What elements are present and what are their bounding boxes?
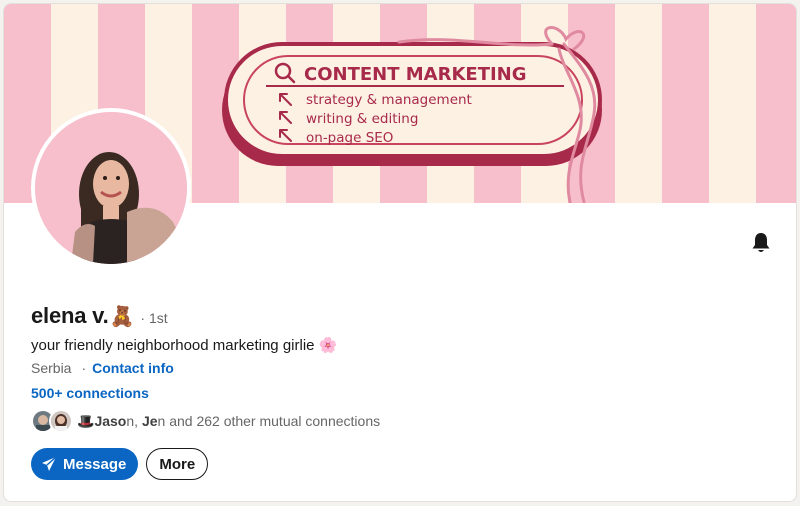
teddy-bear-icon: 🧸 [109,306,135,328]
mutual-connections[interactable]: 🎩Jason, Jen and 262 other mutual connect… [31,409,380,433]
banner-item: strategy & management [306,92,472,108]
location-row: Serbia · Contact info [31,360,174,376]
contact-info-link[interactable]: Contact info [92,360,174,376]
more-button[interactable]: More [146,448,209,480]
mutual-connections-text: 🎩Jason, Jen and 262 other mutual connect… [77,412,381,429]
more-label: More [159,455,196,473]
connection-degree: · 1st [140,310,168,326]
banner-item: writing & editing [306,111,418,127]
message-button[interactable]: Message [31,448,139,480]
send-icon [42,456,57,471]
mutual-avatar [49,409,73,433]
profile-avatar[interactable] [31,108,191,268]
profile-headline: your friendly neighborhood marketing gir… [31,337,338,354]
message-label: Message [63,455,127,473]
top-hat-icon: 🎩 [77,412,95,429]
action-buttons: Message More [31,448,209,480]
separator: · [81,360,87,376]
name-row: elena v. 🧸 · 1st [31,303,168,329]
avatar-photo [35,112,187,264]
banner-item: on-page SEO [306,130,393,146]
location: Serbia [31,360,72,376]
banner-title: CONTENT MARKETING [304,64,527,85]
profile-name: elena v. [31,303,109,328]
bell-icon[interactable] [749,231,773,255]
profile-card: CONTENT MARKETING strategy & management … [3,3,797,502]
connections-link[interactable]: 500+ connections [31,385,149,401]
